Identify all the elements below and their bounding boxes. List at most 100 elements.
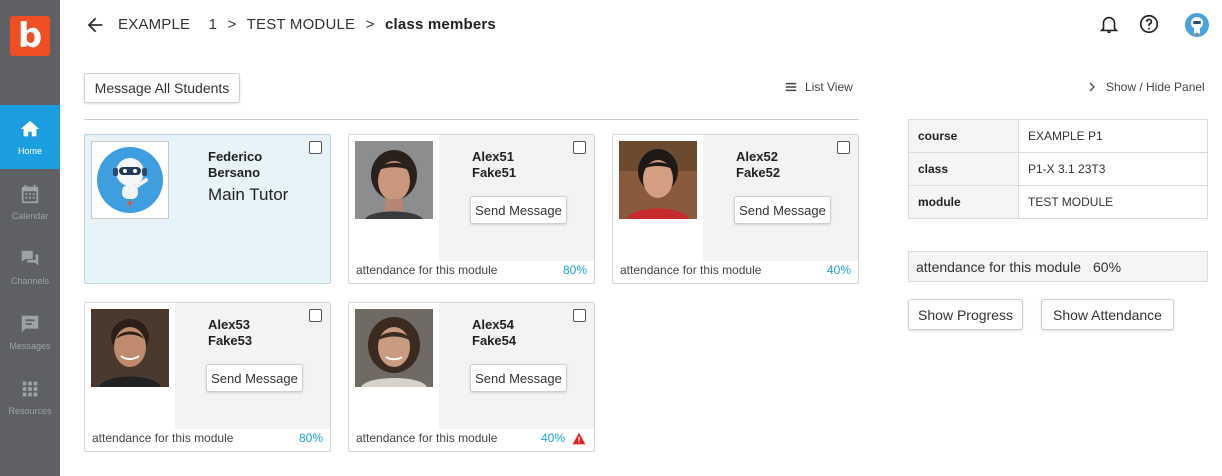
attendance-label: attendance for this module bbox=[92, 431, 234, 445]
show-hide-panel-toggle[interactable]: Show / Hide Panel bbox=[1086, 80, 1205, 94]
back-arrow-icon[interactable] bbox=[84, 14, 106, 36]
member-last-name: Fake53 bbox=[208, 333, 253, 348]
calendar-icon bbox=[21, 184, 39, 204]
member-first-name: Alex53 bbox=[208, 317, 250, 332]
attendance-percent: 80% bbox=[298, 431, 323, 445]
member-card[interactable]: Alex51 Fake51 Send Message attendance fo… bbox=[348, 134, 595, 284]
member-first-name: Federico bbox=[208, 149, 263, 164]
attendance-label: attendance for this module bbox=[620, 263, 762, 277]
breadcrumb-current: class members bbox=[384, 16, 496, 33]
help-icon[interactable] bbox=[1138, 13, 1160, 35]
show-hide-panel-label: Show / Hide Panel bbox=[1106, 80, 1205, 94]
breadcrumb-course[interactable]: EXAMPLE bbox=[118, 16, 190, 33]
tutor-card[interactable]: Federico Bersano Main Tutor bbox=[84, 134, 331, 284]
message-all-students-button[interactable]: Message All Students bbox=[84, 73, 240, 103]
app-logo[interactable]: b bbox=[10, 16, 50, 56]
member-photo bbox=[91, 309, 169, 387]
attendance-percent: 40% bbox=[540, 431, 565, 445]
logo-letter: b bbox=[17, 16, 43, 56]
breadcrumb-separator: > bbox=[227, 16, 237, 33]
info-row-course: course EXAMPLE P1 bbox=[908, 119, 1208, 153]
member-photo bbox=[355, 309, 433, 387]
attendance-summary-value: 60% bbox=[1093, 258, 1122, 275]
attendance-label: attendance for this module bbox=[356, 431, 498, 445]
sidebar-item-messages[interactable]: Messages bbox=[0, 300, 60, 364]
info-row-class: class P1-X 3.1 23T3 bbox=[908, 152, 1208, 186]
class-info-table: course EXAMPLE P1 class P1-X 3.1 23T3 mo… bbox=[908, 119, 1208, 219]
member-last-name: Fake52 bbox=[736, 165, 781, 180]
header: EXAMPLE 1 > TEST MODULE > class members bbox=[60, 0, 1222, 50]
attendance-percent: 40% bbox=[826, 263, 851, 277]
member-name: Alex54 Fake54 bbox=[472, 317, 516, 349]
member-first-name: Alex51 bbox=[472, 149, 514, 164]
info-value: TEST MODULE bbox=[1018, 185, 1208, 219]
list-icon bbox=[785, 82, 797, 92]
member-photo bbox=[355, 141, 433, 219]
sidebar-item-resources[interactable]: Resources bbox=[0, 365, 60, 429]
robot-avatar-icon bbox=[97, 147, 163, 213]
breadcrumb-separator: > bbox=[365, 16, 375, 33]
info-row-module: module TEST MODULE bbox=[908, 185, 1208, 219]
attendance-percent: 80% bbox=[562, 263, 587, 277]
list-view-label: List View bbox=[805, 80, 853, 94]
send-message-button[interactable]: Send Message bbox=[470, 364, 567, 392]
send-message-button[interactable]: Send Message bbox=[734, 196, 831, 224]
attendance-label: attendance for this module bbox=[356, 263, 498, 277]
sidebar-item-label: Messages bbox=[9, 341, 51, 351]
member-first-name: Alex54 bbox=[472, 317, 514, 332]
sidebar-item-label: Resources bbox=[8, 406, 52, 416]
bell-icon[interactable] bbox=[1098, 13, 1120, 35]
sidebar-item-channels[interactable]: Channels bbox=[0, 235, 60, 299]
member-card[interactable]: Alex53 Fake53 Send Message attendance fo… bbox=[84, 302, 331, 452]
home-icon bbox=[20, 120, 40, 137]
sidebar-item-label: Calendar bbox=[11, 211, 49, 221]
send-message-button[interactable]: Send Message bbox=[206, 364, 303, 392]
resources-icon bbox=[22, 381, 38, 397]
divider bbox=[84, 119, 859, 120]
portrait-image bbox=[619, 141, 697, 219]
member-first-name: Alex52 bbox=[736, 149, 778, 164]
attendance-summary-label: attendance for this module bbox=[916, 258, 1081, 275]
member-photo bbox=[619, 141, 697, 219]
info-value: EXAMPLE P1 bbox=[1018, 119, 1208, 153]
select-checkbox[interactable] bbox=[573, 141, 586, 154]
info-value: P1-X 3.1 23T3 bbox=[1018, 152, 1208, 186]
select-checkbox[interactable] bbox=[837, 141, 850, 154]
sidebar-item-label: Home bbox=[17, 146, 42, 156]
breadcrumb-course-number[interactable]: 1 bbox=[209, 16, 218, 33]
member-card[interactable]: Alex54 Fake54 Send Message attendance fo… bbox=[348, 302, 595, 452]
portrait-image bbox=[355, 309, 433, 387]
member-role: Main Tutor bbox=[208, 185, 289, 204]
portrait-image bbox=[91, 309, 169, 387]
select-checkbox[interactable] bbox=[309, 309, 322, 322]
member-last-name: Bersano bbox=[208, 165, 261, 180]
send-message-button[interactable]: Send Message bbox=[470, 196, 567, 224]
show-attendance-button[interactable]: Show Attendance bbox=[1041, 299, 1174, 330]
breadcrumb-module[interactable]: TEST MODULE bbox=[247, 16, 356, 33]
member-name: Alex52 Fake52 bbox=[736, 149, 780, 181]
module-attendance-summary: attendance for this module 60% bbox=[908, 251, 1208, 282]
sidebar-item-calendar[interactable]: Calendar bbox=[0, 170, 60, 234]
member-name: Alex53 Fake53 bbox=[208, 317, 252, 349]
channels-icon bbox=[21, 250, 39, 266]
info-key: course bbox=[908, 119, 1019, 153]
chevron-right-icon bbox=[1089, 82, 1095, 92]
select-checkbox[interactable] bbox=[573, 309, 586, 322]
portrait-image bbox=[355, 141, 433, 219]
show-progress-button[interactable]: Show Progress bbox=[908, 299, 1023, 330]
info-key: class bbox=[908, 152, 1019, 186]
sidebar: b Home Calendar Channels Messages Resour… bbox=[0, 0, 60, 476]
member-card[interactable]: Alex52 Fake52 Send Message attendance fo… bbox=[612, 134, 859, 284]
member-last-name: Fake54 bbox=[472, 333, 517, 348]
tutor-avatar bbox=[91, 141, 169, 219]
breadcrumb: EXAMPLE 1 > TEST MODULE > class members bbox=[118, 16, 502, 33]
member-name: Alex51 Fake51 bbox=[472, 149, 516, 181]
select-checkbox[interactable] bbox=[309, 141, 322, 154]
avatar[interactable] bbox=[1185, 13, 1209, 37]
list-view-toggle[interactable]: List View bbox=[784, 80, 853, 94]
member-name: Federico Bersano bbox=[208, 149, 262, 181]
sidebar-item-label: Channels bbox=[10, 276, 50, 286]
sidebar-item-home[interactable]: Home bbox=[0, 105, 60, 169]
messages-icon bbox=[21, 315, 39, 333]
member-last-name: Fake51 bbox=[472, 165, 517, 180]
